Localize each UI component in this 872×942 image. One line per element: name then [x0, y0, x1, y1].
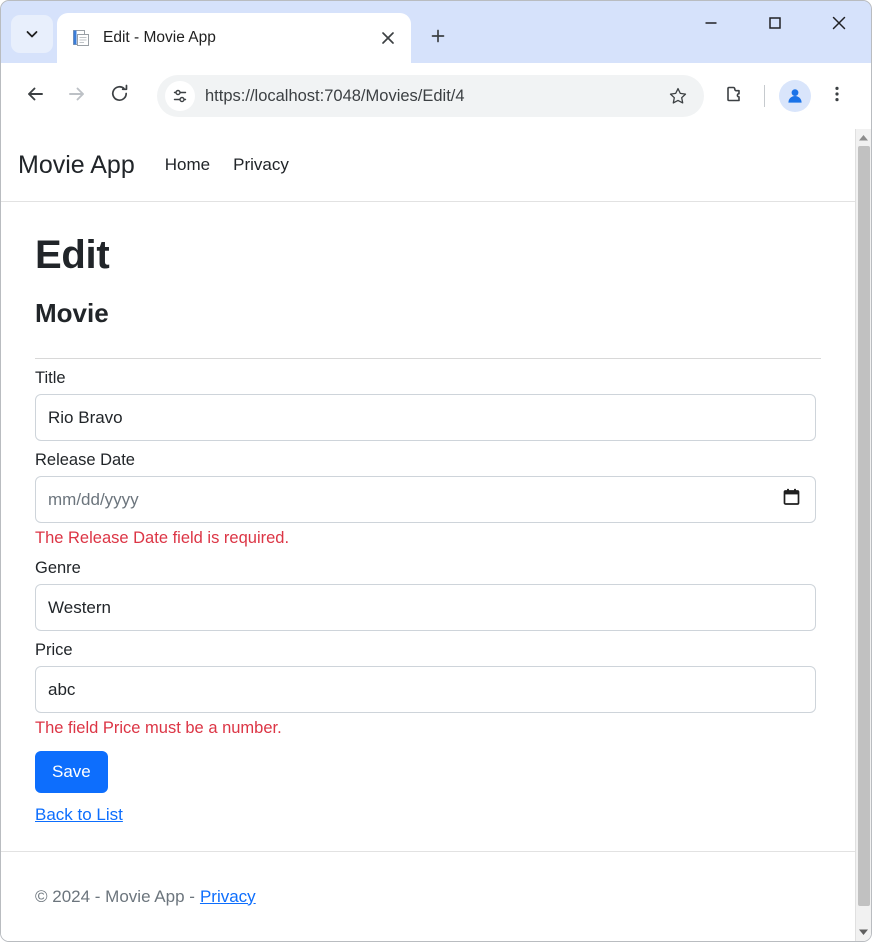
page-viewport: Movie App Home Privacy Edit Movie Title … [1, 129, 871, 941]
nav-link-privacy[interactable]: Privacy [233, 155, 289, 175]
form-group-price: Price abc The field Price must be a numb… [35, 641, 821, 739]
minimize-button[interactable] [679, 1, 743, 49]
browser-toolbar: https://localhost:7048/Movies/Edit/4 [1, 63, 871, 129]
tab-search-button[interactable] [11, 15, 53, 53]
page-scrollbar[interactable] [855, 129, 871, 941]
release-date-placeholder: mm/dd/yyyy [48, 489, 139, 509]
footer-privacy-link[interactable]: Privacy [200, 887, 256, 907]
save-button[interactable]: Save [35, 750, 108, 793]
arrow-right-icon [66, 83, 88, 110]
section-divider [35, 358, 821, 360]
web-page: Movie App Home Privacy Edit Movie Title … [1, 129, 855, 941]
forward-button[interactable] [57, 76, 97, 116]
scrollbar-up-button[interactable] [856, 129, 871, 146]
input-price[interactable]: abc [35, 666, 816, 714]
person-avatar-icon [779, 80, 811, 112]
address-bar[interactable]: https://localhost:7048/Movies/Edit/4 [157, 75, 704, 117]
label-genre: Genre [35, 559, 81, 578]
nav-link-home[interactable]: Home [165, 155, 210, 175]
page-title: Edit [35, 233, 110, 277]
site-navbar: Movie App Home Privacy [1, 129, 855, 202]
footer-copyright: © 2024 - Movie App - [35, 886, 195, 906]
plus-icon [430, 28, 446, 49]
tab-strip: Edit - Movie App [1, 1, 871, 63]
label-release-date: Release Date [35, 451, 135, 470]
browser-tab[interactable]: Edit - Movie App [57, 13, 411, 63]
site-footer: © 2024 - Movie App - Privacy [1, 851, 855, 941]
input-genre[interactable]: Western [35, 584, 816, 632]
close-window-button[interactable] [807, 1, 871, 49]
url-text[interactable]: https://localhost:7048/Movies/Edit/4 [205, 87, 664, 106]
page-subtitle: Movie [35, 298, 109, 328]
reload-icon [109, 83, 130, 109]
window-controls [679, 1, 871, 63]
scrollbar-thumb[interactable] [858, 146, 870, 906]
tune-icon[interactable] [165, 81, 195, 111]
maximize-icon [767, 15, 783, 36]
toolbar-divider [764, 85, 765, 107]
input-release-date[interactable]: mm/dd/yyyy [35, 476, 816, 524]
form-group-release-date: Release Date mm/dd/yyyy The Release Date… [35, 451, 821, 549]
tab-title: Edit - Movie App [103, 29, 216, 46]
label-title: Title [35, 369, 66, 388]
form-group-genre: Genre Western [35, 559, 821, 632]
star-icon[interactable] [664, 82, 692, 110]
browser-window: Edit - Movie App https://localhost:7048/… [0, 0, 872, 942]
three-dots-vertical-icon [828, 85, 846, 108]
calendar-icon[interactable] [783, 488, 800, 511]
close-icon [830, 14, 848, 37]
triangle-up-icon [858, 129, 869, 147]
label-price: Price [35, 641, 73, 660]
main-content: Edit Movie Title Rio Bravo Release Date … [1, 202, 855, 851]
back-to-list-link[interactable]: Back to List [35, 805, 123, 825]
site-brand[interactable]: Movie App [18, 151, 135, 180]
puzzle-piece-icon [723, 83, 745, 110]
browser-menu-button[interactable] [817, 76, 857, 116]
input-title[interactable]: Rio Bravo [35, 394, 816, 442]
minimize-icon [703, 15, 719, 36]
maximize-button[interactable] [743, 1, 807, 49]
document-page-icon [71, 28, 91, 48]
triangle-down-icon [858, 924, 869, 942]
form-group-title: Title Rio Bravo [35, 369, 821, 442]
back-button[interactable] [15, 76, 55, 116]
new-tab-button[interactable] [421, 21, 455, 55]
profile-button[interactable] [775, 76, 815, 116]
validation-release-date: The Release Date field is required. [35, 529, 290, 548]
back-to-list-row: Back to List [35, 793, 821, 825]
extensions-button[interactable] [714, 76, 754, 116]
scrollbar-down-button[interactable] [856, 924, 871, 941]
reload-button[interactable] [99, 76, 139, 116]
chevron-down-icon [24, 26, 40, 42]
arrow-left-icon [24, 83, 46, 110]
validation-price: The field Price must be a number. [35, 719, 282, 738]
close-icon[interactable] [375, 25, 401, 51]
form-actions: Save [35, 740, 821, 793]
